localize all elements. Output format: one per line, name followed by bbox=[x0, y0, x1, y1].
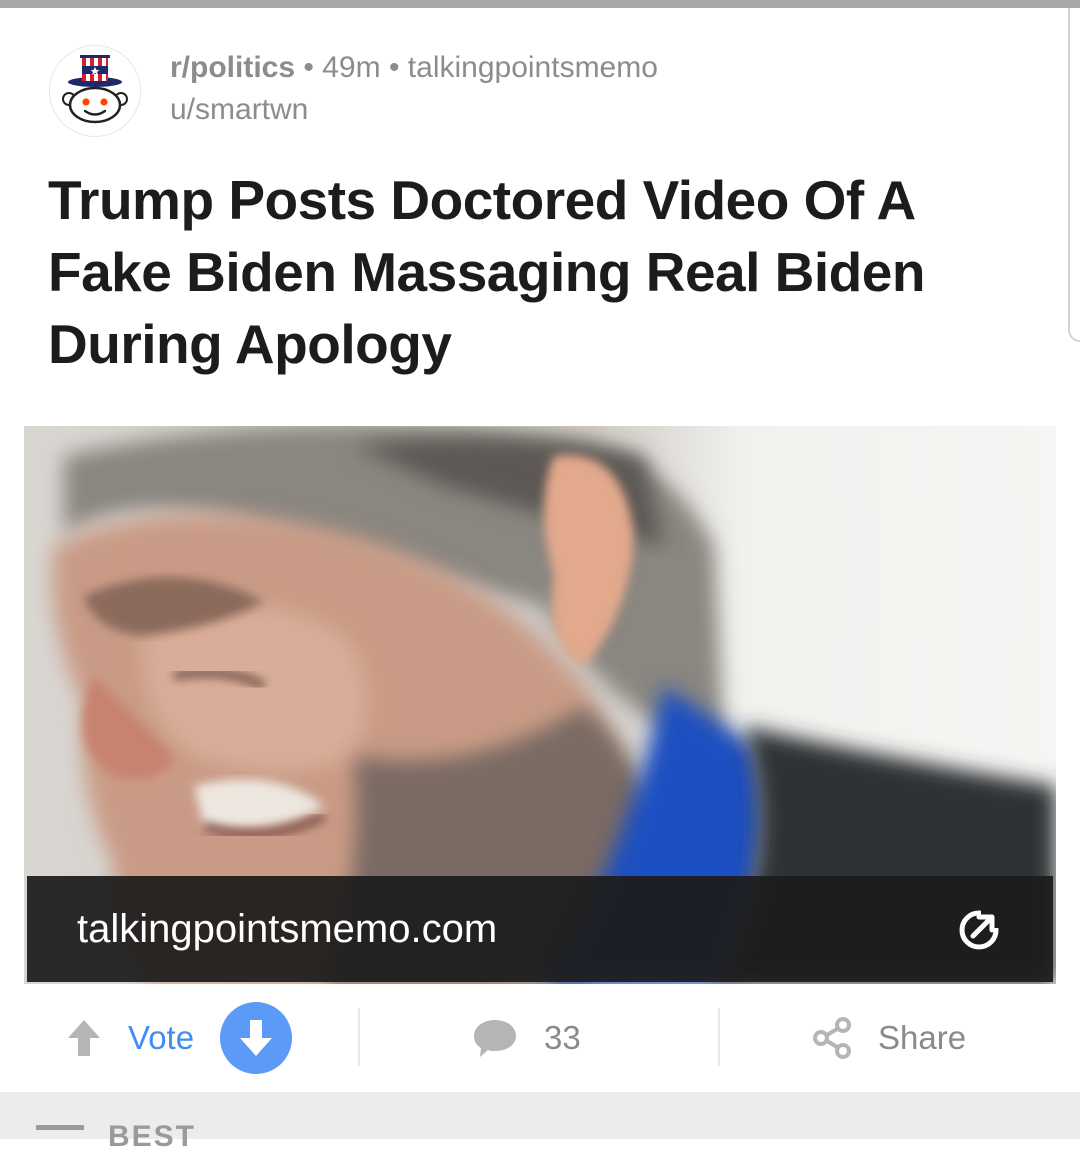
share-icon bbox=[813, 1017, 851, 1059]
comment-bubble-icon bbox=[474, 1020, 516, 1057]
subreddit-link[interactable]: r/politics bbox=[170, 51, 295, 84]
action-divider bbox=[358, 1008, 360, 1066]
comments-button[interactable]: 33 bbox=[472, 1000, 581, 1076]
next-section-strip: BEST bbox=[0, 1092, 1080, 1152]
snoo-uncle-sam-icon bbox=[62, 55, 128, 124]
subreddit-avatar[interactable] bbox=[50, 46, 140, 136]
post-meta: r/politics • 49m • talkingpointsmemo u/s… bbox=[170, 50, 658, 128]
action-divider bbox=[718, 1008, 720, 1066]
top-divider bbox=[0, 0, 1080, 8]
share-label: Share bbox=[878, 1019, 967, 1056]
meta-line: r/politics • 49m • talkingpointsmemo bbox=[170, 50, 658, 86]
meta-separator: • bbox=[303, 51, 314, 84]
link-preview[interactable]: talkingpointsmemo.com bbox=[24, 426, 1056, 984]
post-header: r/politics • 49m • talkingpointsmemo u/s… bbox=[50, 46, 950, 138]
author-link[interactable]: u/smartwn bbox=[170, 92, 658, 128]
post-title[interactable]: Trump Posts Doctored Video Of A Fake Bid… bbox=[48, 164, 1008, 380]
share-button[interactable]: Share bbox=[812, 1000, 966, 1076]
sort-icon[interactable] bbox=[36, 1125, 84, 1130]
meta-separator: • bbox=[388, 51, 400, 84]
vote-label: Vote bbox=[128, 1019, 195, 1056]
post-actions: Vote 33 Share bbox=[0, 1000, 1080, 1092]
downvote-button[interactable] bbox=[220, 1002, 293, 1074]
source-domain[interactable]: talkingpointsmemo bbox=[408, 51, 658, 84]
link-domain-bar[interactable]: talkingpointsmemo.com bbox=[27, 876, 1053, 982]
post-age: 49m bbox=[322, 51, 381, 84]
arrow-down-icon bbox=[240, 1020, 273, 1056]
vote-group: Vote bbox=[66, 1000, 293, 1076]
arrow-up-icon[interactable] bbox=[66, 1018, 102, 1058]
sort-label[interactable]: BEST bbox=[108, 1122, 196, 1152]
external-link-icon[interactable] bbox=[957, 908, 1001, 952]
link-domain: talkingpointsmemo.com bbox=[77, 907, 498, 951]
comment-count: 33 bbox=[544, 1019, 581, 1056]
scroll-edge bbox=[1068, 8, 1080, 342]
